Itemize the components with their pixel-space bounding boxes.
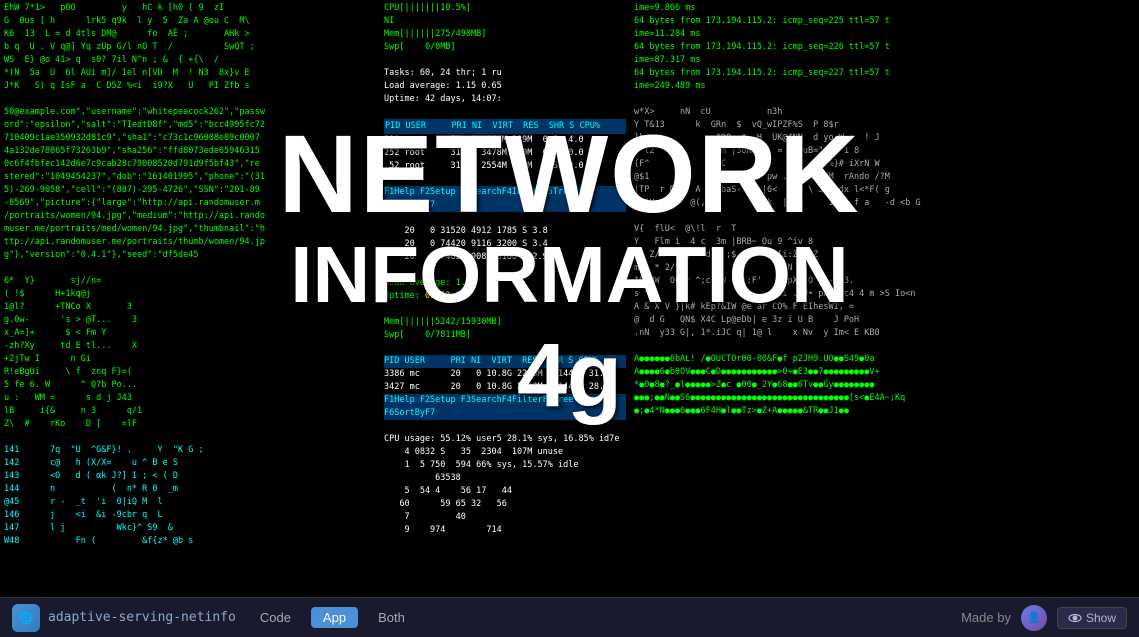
avatar: 👤 [1021,605,1047,631]
app-icon: 🌐 [12,604,40,632]
terminal-mid: CPU[|||||||10.5%] NI Mem[||||||275/490MB… [380,0,630,597]
toolbar-right: Made by 👤 Show [961,605,1127,631]
background-terminal: EhW 7*1> p0O y hC k [h0 ( 9 zI G 0us [ h… [0,0,1139,637]
terminal-left: EhW 7*1> p0O y hC k [h0 ( 9 zI G 0us [ h… [0,0,380,597]
toolbar: 🌐 adaptive-serving-netinfo Code App Both… [0,597,1139,637]
app-tab[interactable]: App [311,607,358,628]
show-label: Show [1086,611,1116,625]
terminal-right: ime=9.866 ms 64 bytes from 173.194.115.2… [630,0,1139,597]
code-tab[interactable]: Code [248,607,303,628]
show-button[interactable]: Show [1057,607,1127,629]
made-by-label: Made by [961,610,1011,625]
both-tab[interactable]: Both [366,607,417,628]
app-name: adaptive-serving-netinfo [48,610,236,625]
eye-icon [1068,611,1082,625]
